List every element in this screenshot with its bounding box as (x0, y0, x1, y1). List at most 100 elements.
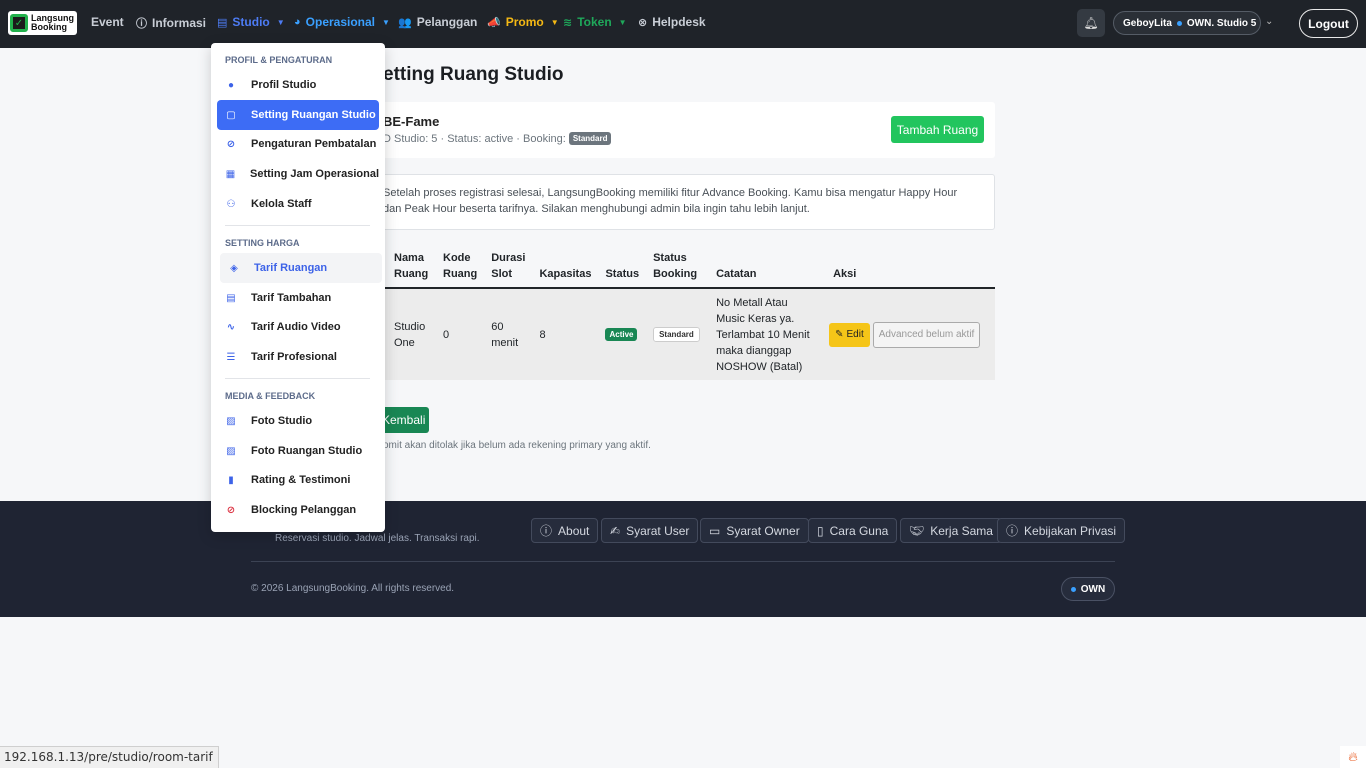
status-badge: Active (605, 328, 638, 341)
bell-icon: 🔔︎ (1083, 16, 1099, 30)
booking-type-badge: Standard (568, 132, 612, 145)
menu-item-setting-ruangan[interactable]: ▢ Setting Ruangan Studio (217, 100, 379, 130)
menu-item-tarif-tambahan[interactable]: ▤ Tarif Tambahan (217, 283, 379, 313)
footer-link-privasi[interactable]: ⓘ Kebijakan Privasi (997, 518, 1126, 543)
copyright: © 2026 LangsungBooking. All rights reser… (251, 583, 455, 594)
user-role: OWN. Studio 5 (1186, 17, 1257, 29)
nav-promo[interactable]: 📣 Promo ▼ (487, 15, 559, 29)
footer-tagline: Reservasi studio. Jadwal jelas. Transaks… (275, 533, 480, 544)
menu-item-foto-ruangan[interactable]: ▨ Foto Ruangan Studio (217, 436, 379, 466)
images-icon: ▨ (226, 445, 236, 457)
col-durasi-slot: Durasi Slot (481, 250, 530, 289)
dropdown-section-profil: PROFIL & PENGATURAN (225, 55, 333, 65)
menu-item-kelola-staff[interactable]: ⚇ Kelola Staff (217, 189, 379, 219)
shield-info-icon: ⓘ (1006, 524, 1019, 538)
role-badge: OWN (1061, 577, 1115, 601)
menu-item-tarif-av[interactable]: ∿ Tarif Audio Video (217, 312, 379, 342)
footer-link-kerja-sama[interactable]: 🤝︎ Kerja Sama (900, 518, 1002, 543)
user-menu-button[interactable]: GeboyLita OWN. Studio 5 (1113, 11, 1261, 35)
nav-event[interactable]: Event (91, 15, 124, 29)
menu-item-rating[interactable]: ▮ Rating & Testimoni (217, 465, 379, 495)
gauge-icon: ◕ (294, 16, 301, 28)
menu-item-pembatalan[interactable]: ⊘ Pengaturan Pembatalan (217, 129, 379, 159)
col-nama-ruang: Nama Ruang (384, 250, 433, 289)
cell-kapasitas: 8 (529, 288, 596, 380)
table-header-row: Nama Ruang Kode Ruang Durasi Slot Kapasitas… (384, 250, 995, 289)
info-icon: ⓘ (540, 524, 553, 538)
images-icon: ▨ (226, 415, 236, 427)
chevron-down-icon: ▼ (618, 17, 627, 27)
cell-catatan: No Metall Atau Music Keras ya. Terlambat 1… (706, 288, 824, 380)
user-chevron-down-icon[interactable]: ⌄ (1265, 16, 1273, 27)
advanced-disabled-button: Advanced belum aktif (872, 321, 981, 348)
chevron-down-icon: ▼ (382, 17, 390, 27)
cell-status-booking: Standard (643, 288, 707, 380)
flame-icon: 🔥︎ (1340, 746, 1366, 768)
dropdown-divider (225, 225, 370, 226)
online-dot-icon (1176, 20, 1182, 26)
cell-aksi: ✎ Edit Advanced belum aktif (823, 288, 995, 380)
dropdown-section-harga: SETTING HARGA (225, 238, 300, 248)
col-kapasitas: Kapasitas (529, 250, 596, 289)
users-icon: 👥 (398, 16, 412, 29)
nav-pelanggan[interactable]: 👥 Pelanggan (398, 15, 477, 29)
brand-logo[interactable]: ✓ Langsung Booking (8, 11, 77, 35)
back-button[interactable]: Kembali (380, 407, 429, 433)
nav-informasi[interactable]: ⓘ Informasi (136, 15, 206, 31)
document-user-icon: ✍ (610, 523, 621, 538)
studio-dropdown-menu: PROFIL & PENGATURAN ● Profil Studio ▢ Sett… (211, 43, 385, 532)
col-kode-ruang: Kode Ruang (433, 250, 482, 289)
add-room-button[interactable]: Tambah Ruang (891, 116, 984, 143)
footer-link-syarat-user[interactable]: ✍ Syarat User (601, 518, 699, 543)
footer-link-syarat-owner[interactable]: ▭ Syarat Owner (700, 518, 809, 543)
footer-divider (251, 561, 1115, 562)
chevron-down-icon: ▼ (550, 17, 559, 27)
logout-button[interactable]: Logout (1299, 9, 1358, 38)
calendar-icon: ▦ (225, 168, 236, 180)
rooms-table: Nama Ruang Kode Ruang Durasi Slot Kapasitas… (384, 250, 995, 380)
edit-icon: ✎ (835, 328, 844, 340)
brand-line2: Booking (31, 22, 67, 32)
studio-meta: D Studio: 5 · Status: active · Booking: … (383, 132, 612, 145)
dropdown-divider (225, 378, 370, 379)
menu-item-foto-studio[interactable]: ▨ Foto Studio (217, 406, 379, 436)
nav-operasional[interactable]: ◕ Operasional ▼ (294, 15, 390, 29)
cell-durasi: 60 menit (481, 288, 530, 380)
role-dot-icon (1070, 586, 1076, 592)
nav-studio[interactable]: ▤ Studio ▼ (217, 15, 285, 29)
nav-token[interactable]: ≋ Token ▼ (563, 15, 627, 29)
info-alert: Setelah proses registrasi selesai, Langs… (380, 174, 995, 230)
nav-helpdesk[interactable]: ⊗ Helpdesk (638, 15, 706, 29)
lifebuoy-icon: ⊗ (638, 16, 648, 29)
menu-item-tarif-ruangan[interactable]: ◈ Tarif Ruangan (220, 253, 382, 283)
id-card-icon: ▭ (709, 523, 721, 538)
cell-status: Active (595, 288, 644, 380)
notification-bell-button[interactable]: 🔔︎ (1077, 9, 1105, 37)
studio-icon: ▤ (217, 16, 228, 29)
top-navbar: ✓ Langsung Booking Event ⓘ Informasi ▤ Stud… (0, 0, 1366, 48)
studio-card: BE-Fame D Studio: 5 · Status: active · B… (380, 102, 995, 158)
handshake-icon: 🤝︎ (909, 523, 925, 538)
menu-item-profil-studio[interactable]: ● Profil Studio (217, 70, 379, 100)
menu-item-blocking[interactable]: ⊘ Blocking Pelanggan (217, 495, 379, 525)
coins-icon: ≋ (563, 16, 573, 29)
menu-item-tarif-profesional[interactable]: ☰ Tarif Profesional (217, 342, 379, 372)
col-status: Status (595, 250, 644, 289)
cell-kode-ruang: 0 (433, 288, 482, 380)
footer-link-cara-guna[interactable]: ▯ Cara Guna (808, 518, 898, 543)
bank-note: omit akan ditolak jika belum ada rekenin… (383, 440, 651, 451)
footer-link-about[interactable]: ⓘ About (531, 518, 599, 543)
edit-button[interactable]: ✎ Edit (829, 322, 870, 347)
block-icon: ⊘ (226, 504, 236, 516)
browser-status-url: 192.168.1.13/pre/studio/room-tarif (0, 746, 219, 768)
chevron-down-icon: ▼ (276, 17, 285, 27)
users-icon: ⚇ (226, 198, 236, 210)
megaphone-icon: 📣 (487, 16, 501, 29)
brand-check-icon: ✓ (10, 14, 28, 32)
sliders-icon: ☰ (226, 351, 236, 363)
menu-item-jam-operasional[interactable]: ▦ Setting Jam Operasional (217, 159, 379, 189)
cell-nama-ruang: Studio One (384, 288, 433, 380)
dropdown-section-media: MEDIA & FEEDBACK (225, 391, 316, 401)
receipt-icon: ▤ (226, 292, 236, 304)
col-catatan: Catatan (706, 250, 824, 289)
